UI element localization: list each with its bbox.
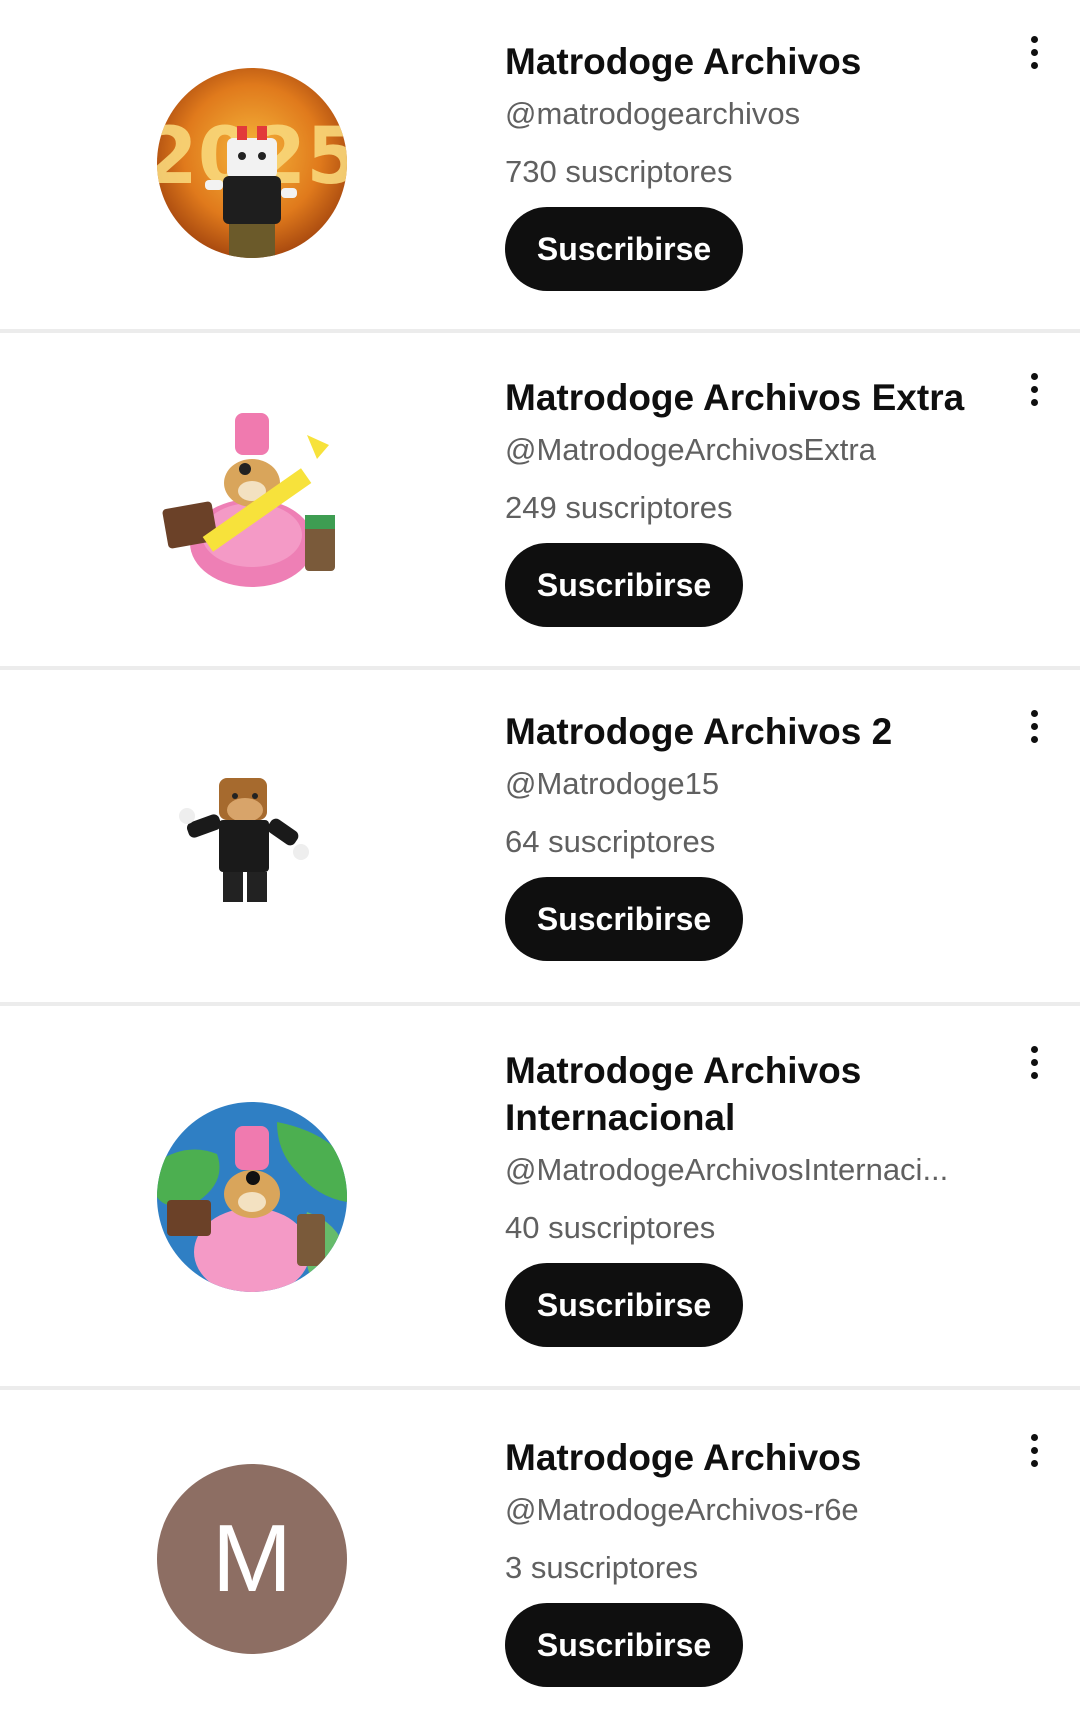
roblox-doge-avatar-icon xyxy=(179,778,309,902)
more-vert-icon xyxy=(1031,1434,1038,1441)
globe-dog-avatar-icon xyxy=(157,1102,347,1292)
channel-avatar[interactable]: M xyxy=(157,1464,347,1654)
channel-name[interactable]: Matrodoge Archivos Extra xyxy=(505,374,1005,421)
subscribe-button[interactable]: Suscribirse xyxy=(505,1603,743,1687)
channel-handle: @MatrodogeArchivos-r6e xyxy=(505,1492,859,1527)
more-vert-icon xyxy=(1031,373,1038,380)
subscribe-button[interactable]: Suscribirse xyxy=(505,877,743,961)
subscriber-count: 40 suscriptores xyxy=(505,1210,716,1245)
channel-avatar[interactable] xyxy=(157,405,347,595)
more-vert-icon xyxy=(1031,710,1038,717)
avatar-letter: M xyxy=(212,1505,292,1612)
channel-info: Matrodoge Archivos Extra @MatrodogeArchi… xyxy=(505,374,1005,627)
channel-avatar[interactable]: 2025 xyxy=(157,68,347,258)
channel-name[interactable]: Matrodoge Archivos 2 xyxy=(505,708,1005,755)
more-options-button[interactable] xyxy=(1018,1428,1052,1472)
more-options-button[interactable] xyxy=(1018,30,1052,74)
more-options-button[interactable] xyxy=(1018,1040,1052,1084)
more-vert-icon xyxy=(1031,1046,1038,1053)
more-options-button[interactable] xyxy=(1018,367,1052,411)
subscriber-count: 249 suscriptores xyxy=(505,490,733,525)
subscribe-button[interactable]: Suscribirse xyxy=(505,1263,743,1347)
channel-name[interactable]: Matrodoge Archivos xyxy=(505,1434,1005,1481)
more-vert-icon xyxy=(1031,36,1038,43)
channel-name-line1[interactable]: Matrodoge Archivos xyxy=(505,1047,1005,1094)
channel-handle: @MatrodogeArchivosExtra xyxy=(505,432,876,467)
channel-row[interactable]: Matrodoge Archivos Extra @MatrodogeArchi… xyxy=(0,333,1080,666)
channel-info: Matrodoge Archivos 2 @Matrodoge15 64 sus… xyxy=(505,708,1005,961)
channel-row[interactable]: 2025 Matrodoge Archivos @matrodogearchiv… xyxy=(0,0,1080,331)
channel-row[interactable]: M Matrodoge Archivos @MatrodogeArchivos-… xyxy=(0,1390,1080,1730)
channel-handle: @MatrodogeArchivosInternaci... xyxy=(505,1152,949,1187)
channel-name[interactable]: Matrodoge Archivos xyxy=(505,38,1005,85)
channel-handle: @matrodogearchivos xyxy=(505,96,801,131)
channel-info: Matrodoge Archivos Internacional @Matrod… xyxy=(505,1047,1005,1347)
channel-list: 2025 Matrodoge Archivos @matrodogearchiv… xyxy=(0,0,1080,1730)
channel-name-line2[interactable]: Internacional xyxy=(505,1094,1005,1141)
subscribe-button[interactable]: Suscribirse xyxy=(505,543,743,627)
channel-info: Matrodoge Archivos @matrodogearchivos 73… xyxy=(505,38,1005,291)
subscriber-count: 730 suscriptores xyxy=(505,154,733,189)
channel-row[interactable]: Matrodoge Archivos Internacional @Matrod… xyxy=(0,1006,1080,1386)
channel-handle: @Matrodoge15 xyxy=(505,766,720,801)
pink-flamingo-dog-avatar-icon xyxy=(162,413,335,587)
subscriber-count: 64 suscriptores xyxy=(505,824,716,859)
channel-avatar[interactable] xyxy=(157,1102,347,1292)
year-2025-dog-avatar-icon: 2025 xyxy=(157,68,347,258)
subscribe-button[interactable]: Suscribirse xyxy=(505,207,743,291)
more-options-button[interactable] xyxy=(1018,704,1052,748)
channel-avatar[interactable] xyxy=(157,740,347,930)
subscriber-count: 3 suscriptores xyxy=(505,1550,698,1585)
letter-avatar: M xyxy=(157,1464,347,1654)
channel-row[interactable]: Matrodoge Archivos 2 @Matrodoge15 64 sus… xyxy=(0,670,1080,1003)
channel-info: Matrodoge Archivos @MatrodogeArchivos-r6… xyxy=(505,1434,1005,1687)
